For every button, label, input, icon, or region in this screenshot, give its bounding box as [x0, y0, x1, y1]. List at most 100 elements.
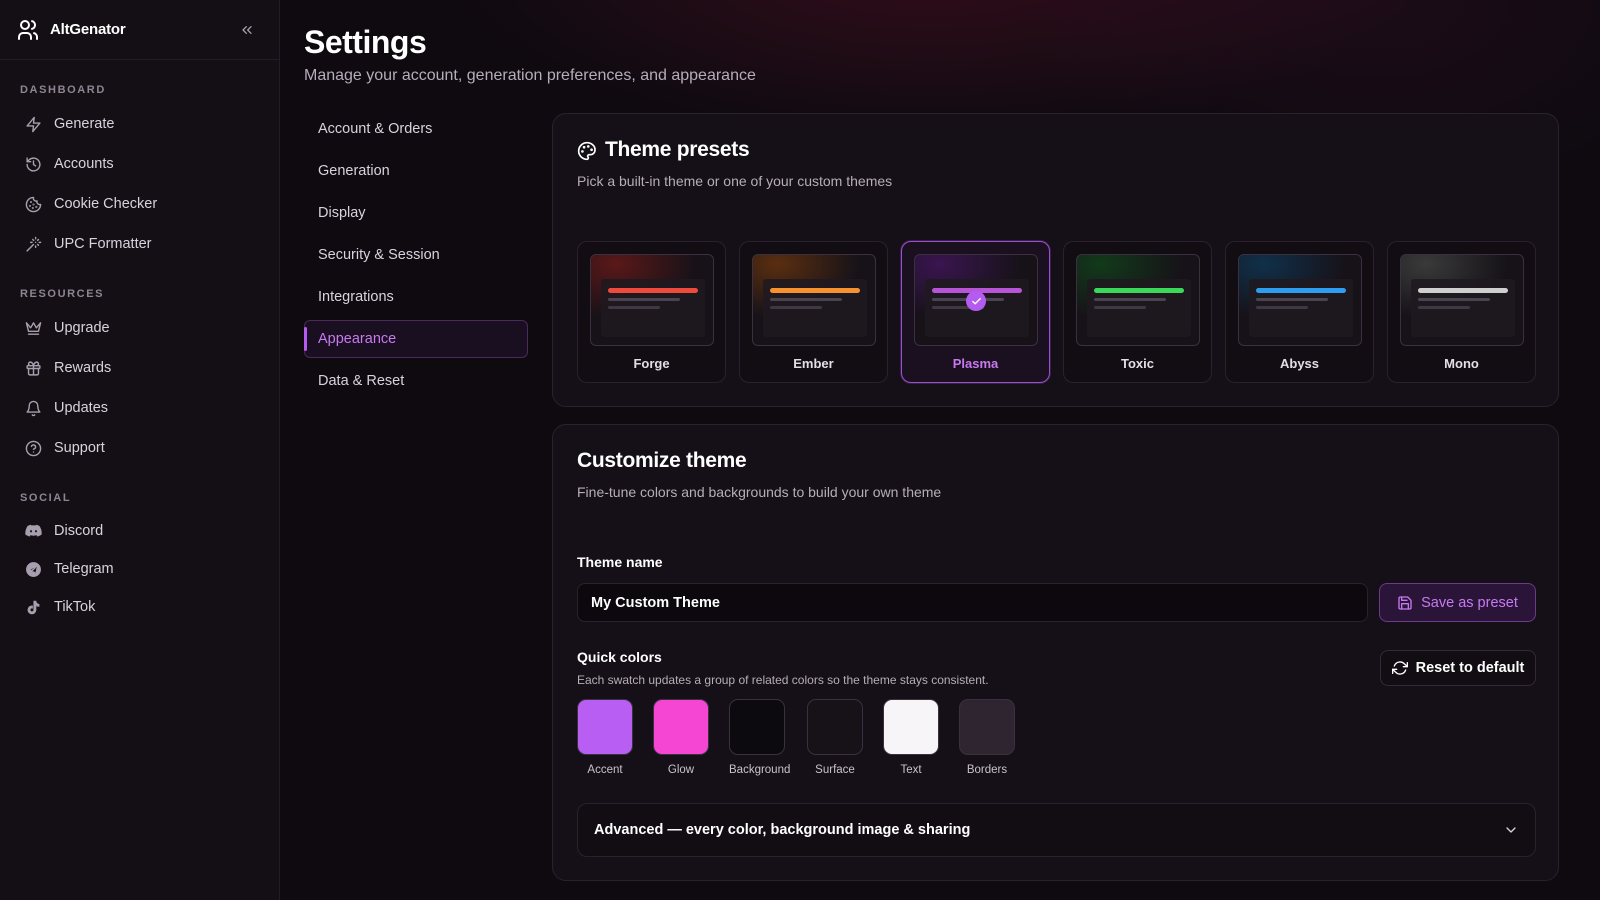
- page-title: Settings: [304, 24, 427, 60]
- sidebar-item-label: Telegram: [54, 561, 114, 577]
- section-label-resources: RESOURCES: [20, 288, 105, 300]
- section-label-social: SOCIAL: [20, 492, 72, 504]
- subnav-appearance[interactable]: Appearance: [304, 320, 528, 358]
- sidebar-item-accounts[interactable]: Accounts: [0, 144, 279, 184]
- subnav-display[interactable]: Display: [304, 194, 528, 232]
- check-icon: [966, 291, 986, 311]
- customize-subtitle: Fine-tune colors and backgrounds to buil…: [577, 484, 942, 500]
- bolt-icon: [24, 115, 42, 133]
- swatch-glow-button[interactable]: [653, 699, 709, 755]
- sidebar-item-upgrade[interactable]: Upgrade: [0, 308, 279, 348]
- swatch-label: Text: [900, 764, 922, 776]
- swatch-background: Background: [729, 699, 791, 776]
- sidebar-item-label: Generate: [54, 116, 115, 132]
- preset-mono[interactable]: Mono: [1387, 241, 1536, 383]
- subnav-data-reset[interactable]: Data & Reset: [304, 362, 528, 400]
- advanced-accordion-label: Advanced — every color, background image…: [594, 822, 971, 838]
- preset-plasma[interactable]: Plasma: [901, 241, 1050, 383]
- sidebar-item-support[interactable]: Support: [0, 428, 279, 468]
- swatch-label: Borders: [966, 764, 1008, 776]
- palette-icon: [577, 141, 596, 161]
- swatch-surface-button[interactable]: [807, 699, 863, 755]
- sidebar-item-label: Cookie Checker: [54, 196, 158, 212]
- reset-to-default-button[interactable]: Reset to default: [1380, 650, 1536, 686]
- preset-ember[interactable]: Ember: [739, 241, 888, 383]
- preset-label: Abyss: [1279, 356, 1320, 371]
- swatch-label: Background: [729, 764, 791, 776]
- preset-thumbnail: [590, 254, 714, 346]
- save-as-preset-button[interactable]: Save as preset: [1379, 583, 1536, 622]
- presets-title: Theme presets: [605, 138, 750, 161]
- sidebar-item-tiktok[interactable]: TikTok: [0, 588, 279, 626]
- swatch-glow: Glow: [653, 699, 709, 776]
- sidebar-item-label: TikTok: [54, 599, 96, 615]
- advanced-accordion[interactable]: Advanced — every color, background image…: [577, 803, 1536, 857]
- preset-label: Ember: [793, 356, 834, 371]
- preset-forge[interactable]: Forge: [577, 241, 726, 383]
- sidebar-item-telegram[interactable]: Telegram: [0, 550, 279, 588]
- quick-colors-label: Quick colors: [577, 649, 662, 665]
- swatch-accent-button[interactable]: [577, 699, 633, 755]
- brand-name: AltGenator: [50, 21, 126, 38]
- preset-label: Plasma: [952, 356, 999, 371]
- preset-thumbnail: [1238, 254, 1362, 346]
- reset-to-default-label: Reset to default: [1415, 660, 1525, 676]
- section-label-dashboard: DASHBOARD: [20, 84, 106, 96]
- theme-name-input[interactable]: [577, 583, 1368, 622]
- sidebar-item-label: Accounts: [54, 156, 114, 172]
- sidebar-item-rewards[interactable]: Rewards: [0, 348, 279, 388]
- help-circle-icon: [24, 439, 42, 457]
- sidebar-item-updates[interactable]: Updates: [0, 388, 279, 428]
- save-as-preset-label: Save as preset: [1421, 594, 1518, 611]
- preset-thumbnail: [752, 254, 876, 346]
- sidebar-item-label: Upgrade: [54, 320, 110, 336]
- quick-color-swatches: Accent Glow Background Surface Text Bord…: [577, 699, 1035, 776]
- save-icon: [1398, 595, 1412, 610]
- theme-presets-card: Theme presets Pick a built-in theme or o…: [552, 113, 1559, 407]
- customize-theme-card: Customize theme Fine-tune colors and bac…: [552, 424, 1559, 881]
- swatch-label: Glow: [667, 764, 695, 776]
- bell-icon: [24, 399, 42, 417]
- crown-icon: [24, 319, 42, 337]
- preset-toxic[interactable]: Toxic: [1063, 241, 1212, 383]
- sidebar-item-label: Discord: [54, 523, 104, 539]
- app-root: AltGenator DASHBOARD Generate Accounts C…: [0, 0, 1600, 900]
- refresh-icon: [1391, 661, 1408, 675]
- gift-icon: [24, 359, 42, 377]
- subnav-generation[interactable]: Generation: [304, 152, 528, 190]
- swatch-text-button[interactable]: [883, 699, 939, 755]
- subnav-account-orders[interactable]: Account & Orders: [304, 110, 528, 148]
- swatch-borders: Borders: [959, 699, 1015, 776]
- settings-subnav: Account & Orders Generation Display Secu…: [304, 110, 528, 404]
- history-icon: [24, 155, 42, 173]
- collapse-sidebar-button[interactable]: [235, 18, 259, 42]
- sidebar-item-generate[interactable]: Generate: [0, 104, 279, 144]
- sidebar-item-cookie-checker[interactable]: Cookie Checker: [0, 184, 279, 224]
- page-subtitle: Manage your account, generation preferen…: [304, 67, 756, 84]
- subnav-security-session[interactable]: Security & Session: [304, 236, 528, 274]
- swatch-borders-button[interactable]: [959, 699, 1015, 755]
- sidebar-item-discord[interactable]: Discord: [0, 512, 279, 550]
- sidebar-item-label: UPC Formatter: [54, 236, 152, 252]
- swatch-background-button[interactable]: [729, 699, 785, 755]
- theme-name-label: Theme name: [577, 554, 663, 570]
- main-content: Settings Manage your account, generation…: [280, 0, 1600, 900]
- chevron-down-icon: [1506, 827, 1516, 833]
- preset-abyss[interactable]: Abyss: [1225, 241, 1374, 383]
- quick-colors-help: Each swatch updates a group of related c…: [577, 673, 989, 687]
- swatch-surface: Surface: [807, 699, 863, 776]
- sidebar: AltGenator DASHBOARD Generate Accounts C…: [0, 0, 280, 900]
- tiktok-icon: [24, 598, 42, 616]
- swatch-text: Text: [883, 699, 939, 776]
- preset-label: Toxic: [1121, 356, 1154, 371]
- sidebar-item-label: Support: [54, 440, 105, 456]
- chevrons-left-icon: [242, 25, 252, 34]
- subnav-integrations[interactable]: Integrations: [304, 278, 528, 316]
- cookie-icon: [24, 195, 42, 213]
- discord-icon: [24, 522, 42, 540]
- sidebar-item-label: Updates: [54, 400, 109, 416]
- swatch-accent: Accent: [577, 699, 633, 776]
- sidebar-item-upc-formatter[interactable]: UPC Formatter: [0, 224, 279, 264]
- presets-subtitle: Pick a built-in theme or one of your cus…: [577, 173, 893, 189]
- preset-label: Mono: [1444, 356, 1479, 371]
